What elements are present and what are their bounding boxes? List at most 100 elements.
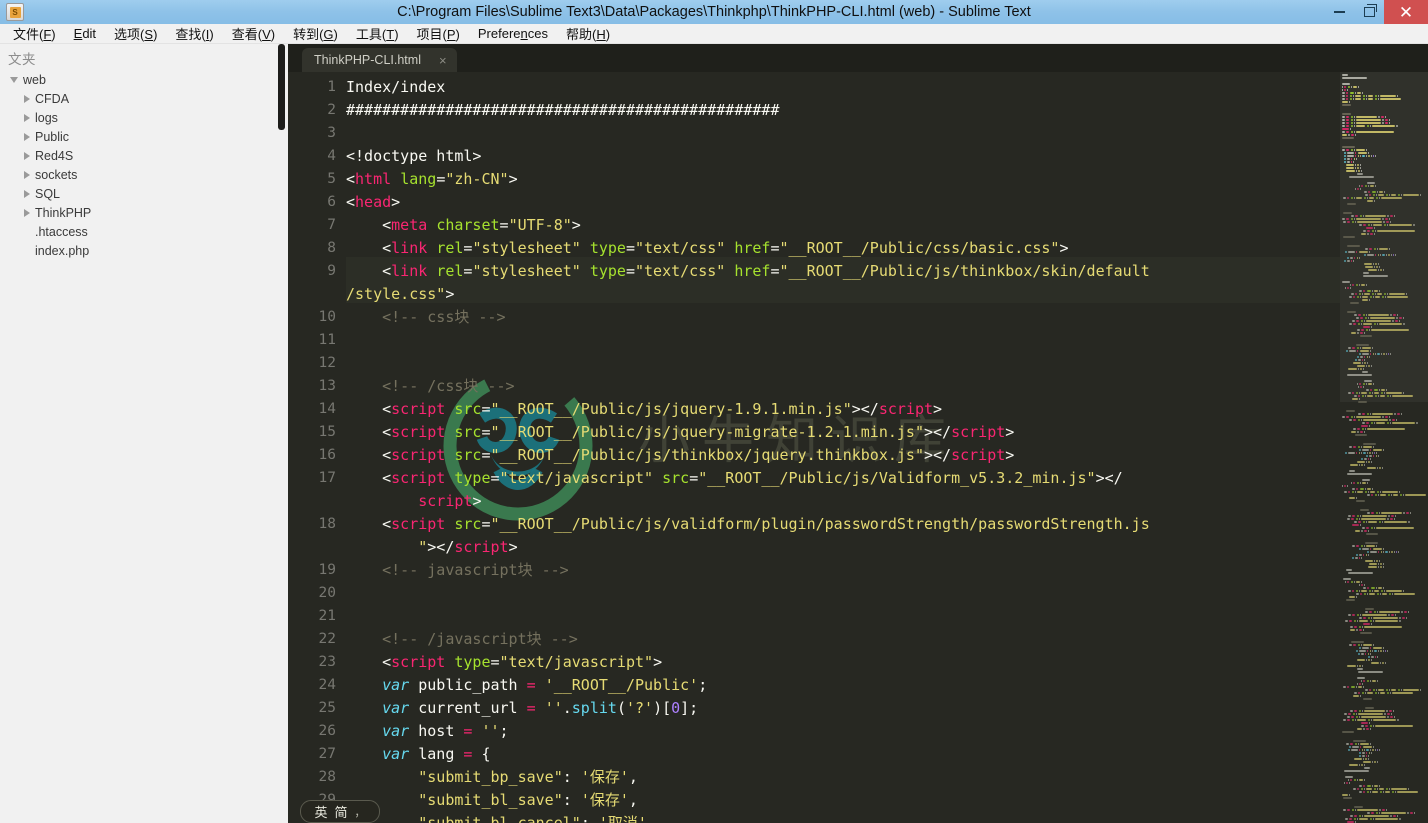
tree-item-thinkphp[interactable]: ThinkPHP xyxy=(0,203,288,222)
minimap-line-segment xyxy=(1360,335,1372,337)
minimap-line-segment xyxy=(1363,419,1388,421)
minimap-line-segment xyxy=(1397,314,1398,316)
code-line-18: "></script> xyxy=(346,536,517,559)
minimap-line-segment xyxy=(1360,347,1361,349)
chevron-right-icon[interactable] xyxy=(24,113,30,122)
chevron-right-icon[interactable] xyxy=(24,151,30,160)
chevron-right-icon[interactable] xyxy=(24,189,30,198)
chevron-right-icon[interactable] xyxy=(24,94,30,103)
minimap-line-segment xyxy=(1370,185,1374,187)
chevron-right-icon[interactable] xyxy=(24,170,30,179)
line-number-10: 10 xyxy=(318,309,336,325)
menu-item-8[interactable]: 项目(P) xyxy=(408,23,469,44)
menu-item-7[interactable]: 工具(T) xyxy=(347,23,408,44)
minimap-line-segment xyxy=(1347,203,1356,205)
minimap-line-segment xyxy=(1356,686,1357,688)
minimap-line-segment xyxy=(1343,221,1346,223)
menu-item-10[interactable]: 帮助(H) xyxy=(557,23,619,44)
minimap-line-segment xyxy=(1382,521,1383,523)
code-token: = xyxy=(625,262,635,280)
menu-item-3[interactable]: 选项(S) xyxy=(105,23,166,44)
code-token: )[ xyxy=(653,699,672,717)
chevron-right-icon[interactable] xyxy=(24,208,30,217)
menu-item-5[interactable]: 查看(V) xyxy=(223,23,284,44)
code-token: "text/javascript" xyxy=(499,469,654,487)
minimap-line-segment xyxy=(1367,587,1369,589)
chevron-right-icon[interactable] xyxy=(24,132,30,141)
minimap-line-segment xyxy=(1342,146,1355,148)
chevron-down-icon[interactable] xyxy=(10,76,18,83)
tree-item-sockets[interactable]: sockets xyxy=(0,165,288,184)
minimap-line-segment xyxy=(1357,188,1359,190)
menu-item-9[interactable]: Preferences xyxy=(469,25,557,42)
minimap-line-segment xyxy=(1383,647,1384,649)
menu-item-6[interactable]: 转到(G) xyxy=(284,23,347,44)
close-button[interactable]: ✕ xyxy=(1384,0,1428,24)
minimap-line-segment xyxy=(1363,746,1372,748)
minimap-line-segment xyxy=(1351,161,1352,163)
tree-item-logs[interactable]: logs xyxy=(0,108,288,127)
minimap-line-segment xyxy=(1367,467,1376,469)
minimap-line-segment xyxy=(1377,353,1380,355)
close-icon[interactable]: × xyxy=(439,54,447,67)
minimap-line-segment xyxy=(1359,554,1362,556)
minimap[interactable] xyxy=(1340,72,1428,823)
minimap-line-segment xyxy=(1387,716,1389,718)
minimap-line-segment xyxy=(1370,647,1371,649)
tree-item-web[interactable]: web xyxy=(0,70,288,89)
ime-indicator[interactable]: 英 简 ， xyxy=(300,800,380,823)
minimap-line-segment xyxy=(1403,323,1405,325)
code-line-7: <meta charset="UTF-8"> xyxy=(346,214,581,237)
minimap-line-segment xyxy=(1385,218,1388,220)
tree-item-cfda[interactable]: CFDA xyxy=(0,89,288,108)
tree-item-htaccess[interactable]: .htaccess xyxy=(0,222,288,241)
code-line-17: script> xyxy=(346,490,481,513)
minimap-line-segment xyxy=(1362,299,1368,301)
tree-item-indexphp[interactable]: index.php xyxy=(0,241,288,260)
tree-item-sql[interactable]: SQL xyxy=(0,184,288,203)
code-line-23: <script type="text/javascript"> xyxy=(346,651,662,674)
minimap-line-segment xyxy=(1353,482,1355,484)
minimap-line-segment xyxy=(1356,317,1359,319)
minimap-line-segment xyxy=(1342,128,1349,130)
minimap-line-segment xyxy=(1391,689,1396,691)
minimap-line-segment xyxy=(1363,95,1365,97)
minimap-line-segment xyxy=(1368,719,1370,721)
minimap-line-segment xyxy=(1390,692,1391,694)
minimap-line-segment xyxy=(1347,686,1349,688)
minimap-line-segment xyxy=(1372,191,1376,193)
minimap-line-segment xyxy=(1370,725,1372,727)
minimap-line-segment xyxy=(1373,296,1374,298)
sidebar-scrollbar[interactable] xyxy=(278,44,285,130)
code-area[interactable]: 小牛知识库 1 2 3 4 5 6 7 8 9 10 11 12 13 14 15 16 17 18 19 20 21 2… xyxy=(288,72,1428,823)
minimap-line-segment xyxy=(1386,221,1389,223)
line-number-8: 8 xyxy=(327,240,336,256)
minimap-line-segment xyxy=(1355,557,1358,559)
menu-item-2[interactable]: Edit xyxy=(65,25,105,42)
minimize-button[interactable] xyxy=(1324,0,1354,24)
minimap-line-segment xyxy=(1394,215,1395,217)
code-token: ></ xyxy=(923,446,952,464)
minimap-line-segment xyxy=(1362,815,1363,817)
minimap-line-segment xyxy=(1381,590,1383,592)
minimap-line-segment xyxy=(1361,323,1362,325)
menu-item-1[interactable]: 文件(F) xyxy=(4,23,65,44)
minimap-line-segment xyxy=(1378,395,1379,397)
minimap-line-segment xyxy=(1363,791,1365,793)
minimap-line-segment xyxy=(1359,683,1361,685)
minimap-line-segment xyxy=(1352,488,1355,490)
minimap-line-segment xyxy=(1353,644,1356,646)
minimap-line-segment xyxy=(1366,755,1367,757)
tab-thinkphp-cli-html[interactable]: ThinkPHP-CLI.html × xyxy=(302,48,457,72)
code-token: ( xyxy=(616,699,626,717)
minimap-line-segment xyxy=(1378,494,1379,496)
minimap-line-segment xyxy=(1392,692,1413,694)
code-token: 0 xyxy=(671,699,681,717)
maximize-button[interactable] xyxy=(1354,0,1384,24)
menu-item-4[interactable]: 查找(I) xyxy=(166,23,222,44)
tree-item-red4s[interactable]: Red4S xyxy=(0,146,288,165)
minimap-line-segment xyxy=(1365,194,1368,196)
tree-item-public[interactable]: Public xyxy=(0,127,288,146)
minimap-line-segment xyxy=(1349,794,1350,796)
